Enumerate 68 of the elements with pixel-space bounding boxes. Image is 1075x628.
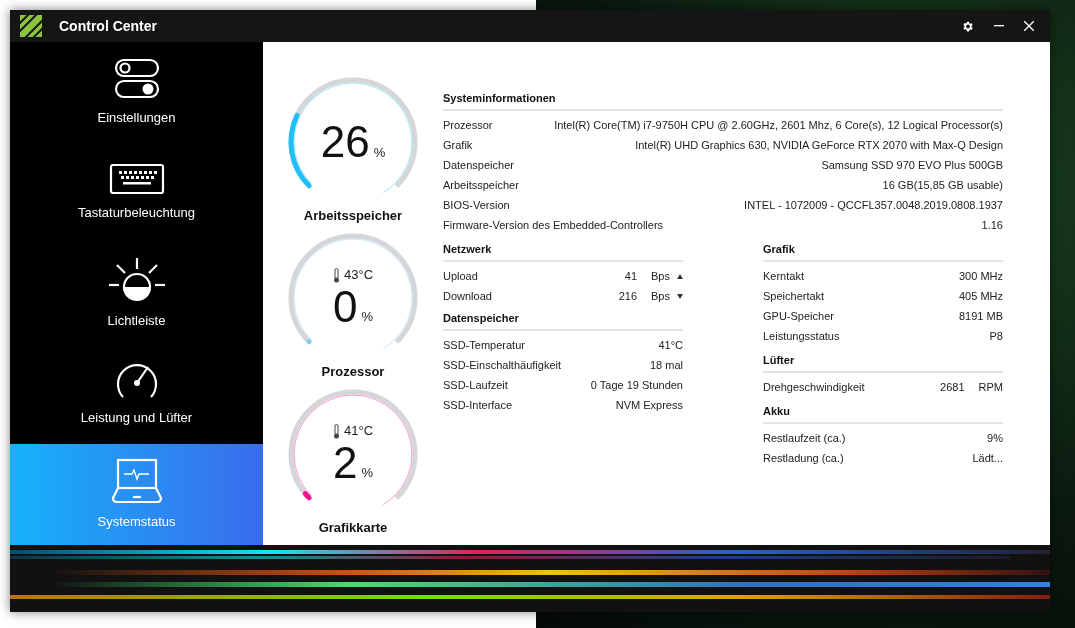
unit-label: RPM (978, 379, 1003, 395)
info-value: Lädt... (972, 450, 1003, 466)
thermometer-icon (332, 423, 340, 439)
section-heading: Grafik (763, 242, 796, 257)
info-value: NVM Express (615, 397, 683, 413)
info-value: 18 mal (649, 357, 683, 373)
toggle-switches-icon (113, 57, 160, 100)
close-icon[interactable] (1024, 21, 1034, 31)
info-value: Intel(R) Core(TM) i7-9750H CPU @ 2.60GHz, 2601 Mhz, 6 Core(s), 12 Logical Processor(s) (554, 117, 1003, 133)
info-label: Upload (443, 268, 478, 284)
info-value: INTEL - 1072009 - QCCFL357.0048.2019.0808.1937 (744, 197, 1003, 213)
section-heading: Akku (763, 404, 791, 419)
unit-label: Bps (651, 288, 670, 304)
gauge-value: 0 (332, 282, 358, 331)
info-value: 1.16 (981, 217, 1003, 233)
info-value: Intel(R) UHD Graphics 630, NVIDIA GeForce RTX 2070 with Max-Q Design (635, 137, 1003, 153)
settings-icon[interactable] (961, 19, 974, 33)
info-label: Restlaufzeit (ca.) (763, 430, 846, 446)
laptop-pulse-icon (110, 457, 163, 504)
minimize-icon[interactable] (994, 25, 1004, 27)
info-label: Download (443, 288, 492, 304)
striped-logo-icon (20, 15, 42, 37)
section-heading: Systeminformationen (443, 91, 557, 106)
info-value: 41°C (658, 337, 683, 353)
info-label: Datenspeicher (443, 157, 514, 173)
temperature-reading: 43°C (343, 266, 373, 285)
info-label: GPU-Speicher (763, 308, 834, 324)
info-label: BIOS-Version (443, 197, 510, 213)
info-label: Prozessor (443, 117, 493, 133)
window-title: Control Center (59, 16, 157, 36)
info-label: SSD-Interface (443, 397, 513, 413)
info-value: 8191 MB (958, 308, 1003, 324)
temperature-reading: 41°C (343, 422, 373, 441)
info-value: Samsung SSD 970 EVO Plus 500GB (821, 157, 1003, 173)
down-triangle-icon (677, 293, 683, 299)
info-label: SSD-Einschalthäufigkeit (443, 357, 561, 373)
gauge-value: 2 (332, 438, 358, 487)
percent-unit: % (373, 143, 386, 162)
info-label: Restladung (ca.) (763, 450, 844, 466)
gauge-value: 26 (320, 118, 370, 166)
info-label: SSD-Temperatur (443, 337, 525, 353)
section-heading: Datenspeicher (443, 311, 520, 326)
info-label: Kerntakt (763, 268, 804, 284)
info-value: 41 (624, 268, 638, 284)
keyboard-icon (108, 163, 165, 196)
info-value: 9% (987, 430, 1003, 446)
unit-label: Bps (651, 268, 670, 284)
thermometer-icon (332, 267, 340, 283)
info-value: 300 MHz (958, 268, 1003, 284)
section-heading: Netzwerk (443, 242, 493, 257)
info-label: Grafik (443, 137, 473, 153)
percent-unit: % (361, 464, 373, 483)
info-value: 2681 (940, 379, 965, 395)
up-triangle-icon (677, 273, 683, 279)
info-label: Leistungsstatus (763, 328, 840, 344)
info-label: SSD-Laufzeit (443, 377, 508, 393)
info-label: Firmware-Version des Embedded-Controllers (443, 217, 664, 233)
info-value: 0 Tage 19 Stunden (590, 377, 683, 393)
info-value: 216 (618, 288, 638, 304)
percent-unit: % (361, 308, 373, 327)
section-heading: Lüfter (763, 353, 796, 368)
info-label: Drehgeschwindigkeit (763, 379, 865, 395)
info-label: Arbeitsspeicher (443, 177, 519, 193)
info-label: Speichertakt (763, 288, 825, 304)
info-value: 16 GB(15,85 GB usable) (882, 177, 1003, 193)
info-value: P8 (989, 328, 1003, 344)
light-bulb-icon (107, 256, 166, 303)
info-value: 405 MHz (958, 288, 1003, 304)
